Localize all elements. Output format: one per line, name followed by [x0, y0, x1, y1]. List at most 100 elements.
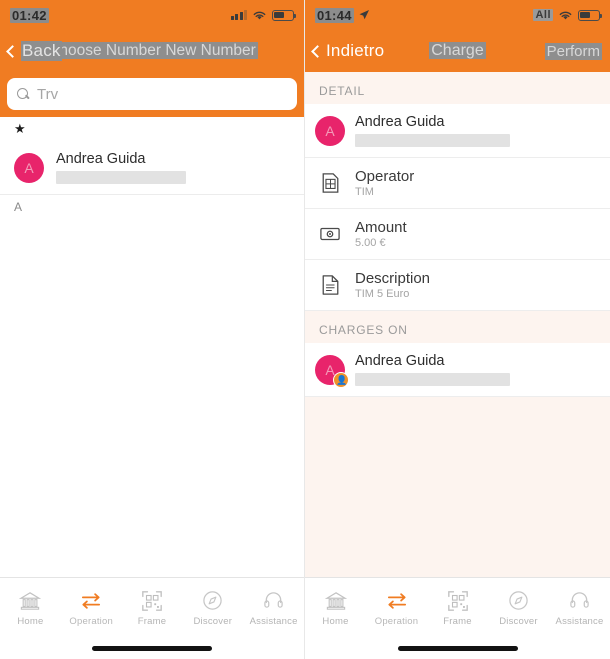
tab-discover-label: Discover [499, 615, 538, 627]
perform-button[interactable]: Perform [544, 42, 602, 60]
search-bar-container: Trv [0, 72, 304, 117]
tab-discover-label: Discover [193, 615, 233, 627]
tab-discover[interactable]: Discover [182, 589, 243, 627]
detail-rows-group: A Andrea Guida Operator TIM Amount 5.00 … [305, 104, 610, 311]
tab-home-label: Home [322, 615, 349, 627]
home-indicator-area-right [305, 637, 610, 659]
sim-card-icon [319, 173, 341, 193]
avatar-icon: A [315, 115, 345, 146]
back-button[interactable]: Back [6, 41, 62, 61]
redacted-phone-number [355, 134, 510, 147]
nav-bar-left: Back Choose Number New Number [0, 30, 304, 72]
section-header-alpha-a: A [0, 195, 304, 219]
back-button-label: Indietro [326, 41, 385, 60]
charges-row-account[interactable]: A 👤 Andrea Guida [305, 343, 610, 397]
status-bar-left: 01:42 [0, 0, 304, 30]
home-indicator[interactable] [397, 645, 518, 651]
detail-row-amount[interactable]: Amount 5.00 € [305, 209, 610, 260]
tab-assistance[interactable]: Assistance [243, 589, 304, 627]
tab-frame[interactable]: Frame [122, 589, 183, 627]
detail-row-text: Description TIM 5 Euro [355, 270, 430, 300]
tab-assistance[interactable]: Assistance [549, 589, 610, 627]
search-placeholder: Trv [37, 85, 59, 103]
tab-frame[interactable]: Frame [427, 589, 488, 627]
description-value: TIM 5 Euro [355, 288, 410, 300]
amount-label: Amount [355, 219, 407, 236]
transfer-arrows-icon [385, 589, 409, 613]
detail-row-text: Amount 5.00 € [355, 219, 407, 249]
charges-rows-group: A 👤 Andrea Guida [305, 343, 610, 397]
headset-icon [263, 589, 284, 613]
bank-icon [324, 589, 347, 613]
tab-assistance-label: Assistance [555, 615, 604, 627]
tab-bar-right: Home Operation Frame Discover Assistance [305, 577, 610, 637]
chevron-left-icon [6, 44, 19, 58]
page-title-right-text: Charge [429, 42, 486, 59]
qr-scan-icon [447, 589, 469, 613]
bank-icon [19, 589, 42, 613]
operator-label: Operator [355, 168, 415, 185]
qr-scan-icon [141, 589, 163, 613]
tab-bar-left: Home Operation Frame Discover Assistance [0, 577, 304, 637]
redacted-phone-number [56, 171, 186, 184]
page-title-left-text: Choose Number New Number [46, 42, 258, 59]
detail-row-operator[interactable]: Operator TIM [305, 158, 610, 209]
status-bar-left-group: 01:42 [10, 7, 49, 23]
detail-row-text: Andrea Guida [355, 114, 596, 147]
detail-empty-space [305, 397, 610, 577]
amount-value: 5.00 € [355, 237, 386, 249]
battery-icon [578, 9, 603, 21]
status-bar-right: 01:44 All [305, 0, 610, 30]
redacted-account-number [355, 373, 510, 386]
search-icon [17, 87, 30, 101]
home-indicator-area-left [0, 637, 304, 659]
tab-discover[interactable]: Discover [488, 589, 549, 627]
tab-assistance-label: Assistance [249, 615, 298, 627]
charge-detail-body: DETAIL A Andrea Guida Operator TIM Amoun… [305, 72, 610, 577]
charges-row-text: Andrea Guida [355, 353, 596, 386]
avatar-icon: A 👤 [315, 354, 349, 388]
avatar-letter: A [24, 159, 34, 176]
status-bar-right-group [230, 9, 297, 21]
left-screen-choose-number: 01:42 Back Choose Number New Number Trv … [0, 0, 305, 659]
section-header-charges-on: CHARGES ON [305, 311, 610, 343]
detail-row-text: Operator TIM [355, 168, 414, 198]
status-time: 01:44 [315, 7, 354, 23]
wifi-icon [559, 11, 572, 19]
tab-home[interactable]: Home [305, 589, 366, 627]
status-bar-right-group-right: All [533, 9, 603, 21]
avatar: A [14, 152, 44, 183]
section-header-detail: DETAIL [305, 72, 610, 104]
tab-frame-label: Frame [443, 615, 472, 627]
recipient-name: Andrea Guida [355, 114, 445, 130]
avatar: A [315, 115, 345, 146]
detail-row-recipient[interactable]: A Andrea Guida [305, 104, 610, 158]
location-arrow-icon [359, 10, 369, 20]
compass-icon [202, 589, 223, 613]
charge-account-name: Andrea Guida [355, 353, 445, 369]
battery-icon [272, 9, 297, 21]
compass-icon [508, 589, 529, 613]
section-header-favorites: ★ [0, 117, 304, 141]
transfer-arrows-icon [79, 589, 103, 613]
carrier-label: All [533, 9, 553, 21]
home-indicator[interactable] [92, 645, 212, 651]
back-button[interactable]: Indietro [311, 41, 385, 61]
tab-operation[interactable]: Operation [366, 589, 427, 627]
tab-operation[interactable]: Operation [61, 589, 122, 627]
status-time: 01:42 [10, 7, 49, 23]
list-item-text: Andrea Guida [56, 151, 290, 184]
avatar: A 👤 [315, 354, 349, 388]
tab-operation-label: Operation [374, 615, 419, 627]
detail-row-description[interactable]: Description TIM 5 Euro [305, 260, 610, 311]
contact-name: Andrea Guida [56, 151, 146, 167]
contacts-list: ★ A Andrea Guida A [0, 117, 304, 577]
right-screen-charge-detail: 01:44 All Indietro Charge Perform DETAIL… [305, 0, 610, 659]
description-label: Description [355, 270, 431, 287]
list-item[interactable]: A Andrea Guida [0, 141, 304, 195]
nav-bar-right: Indietro Charge Perform [305, 30, 610, 72]
document-icon [319, 275, 341, 295]
tab-home[interactable]: Home [0, 589, 61, 627]
operator-value: TIM [355, 186, 374, 198]
search-input[interactable]: Trv [7, 78, 297, 110]
